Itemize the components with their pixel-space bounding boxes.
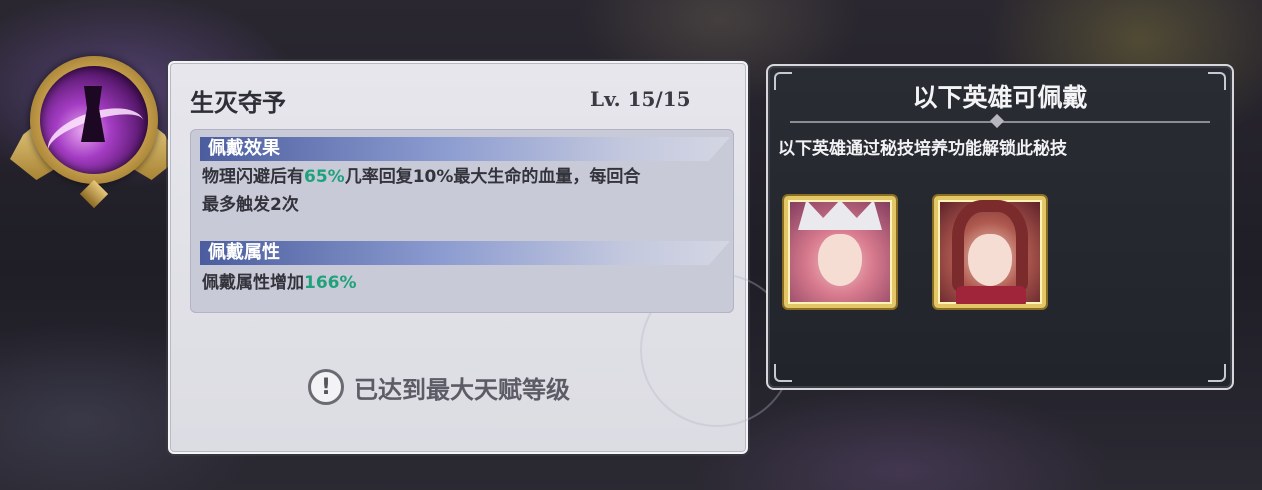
effect-text-post: 几率回复10%最大生命的血量，每回合 <box>344 167 641 187</box>
exclamation-icon: ! <box>308 369 344 405</box>
divider-gem-icon <box>989 113 1005 129</box>
heroes-panel-title: 以下英雄可佩戴 <box>912 83 1088 112</box>
heroes-panel-description: 以下英雄通过秘技培养功能解锁此秘技 <box>778 139 1067 159</box>
hero-face <box>818 234 862 286</box>
max-level-text: 已达到最大天赋等级 <box>354 375 570 404</box>
skill-level: Lv. 15/15 <box>590 87 691 111</box>
hero-scarf <box>956 286 1026 304</box>
max-level-message: ! 已达到最大天赋等级 <box>308 365 570 409</box>
hero-crown <box>798 200 882 230</box>
corner-ornament <box>774 364 792 382</box>
hero-portrait-2[interactable] <box>934 196 1046 308</box>
attribute-text-pre: 佩戴属性增加 <box>202 273 304 293</box>
hero-face <box>968 234 1012 286</box>
attribute-header: 佩戴属性 <box>200 241 730 265</box>
emblem-ring <box>30 56 158 184</box>
skill-info-box: 佩戴效果 物理闪避后有65%几率回复10%最大生命的血量，每回合 最多触发2次 … <box>190 129 734 313</box>
skill-detail-panel: 生灭夺予 Lv. 15/15 佩戴效果 物理闪避后有65%几率回复10%最大生命… <box>168 61 794 454</box>
effect-header: 佩戴效果 <box>200 137 730 161</box>
attribute-value: 166% <box>304 273 357 293</box>
corner-ornament <box>1208 364 1226 382</box>
skill-name: 生灭夺予 <box>190 88 286 117</box>
effect-chance: 65% <box>304 167 345 187</box>
wearable-heroes-panel: 以下英雄可佩戴 以下英雄通过秘技培养功能解锁此秘技 <box>766 64 1234 390</box>
effect-text-pre: 物理闪避后有 <box>202 167 304 187</box>
skill-emblem-icon <box>8 52 180 212</box>
attribute-description: 佩戴属性增加166% <box>202 269 357 297</box>
hero-portrait-1[interactable] <box>784 196 896 308</box>
emblem-core <box>40 66 148 174</box>
emblem-tip <box>79 179 109 209</box>
effect-description: 物理闪避后有65%几率回复10%最大生命的血量，每回合 最多触发2次 <box>202 163 640 219</box>
effect-text-line2: 最多触发2次 <box>202 195 299 215</box>
